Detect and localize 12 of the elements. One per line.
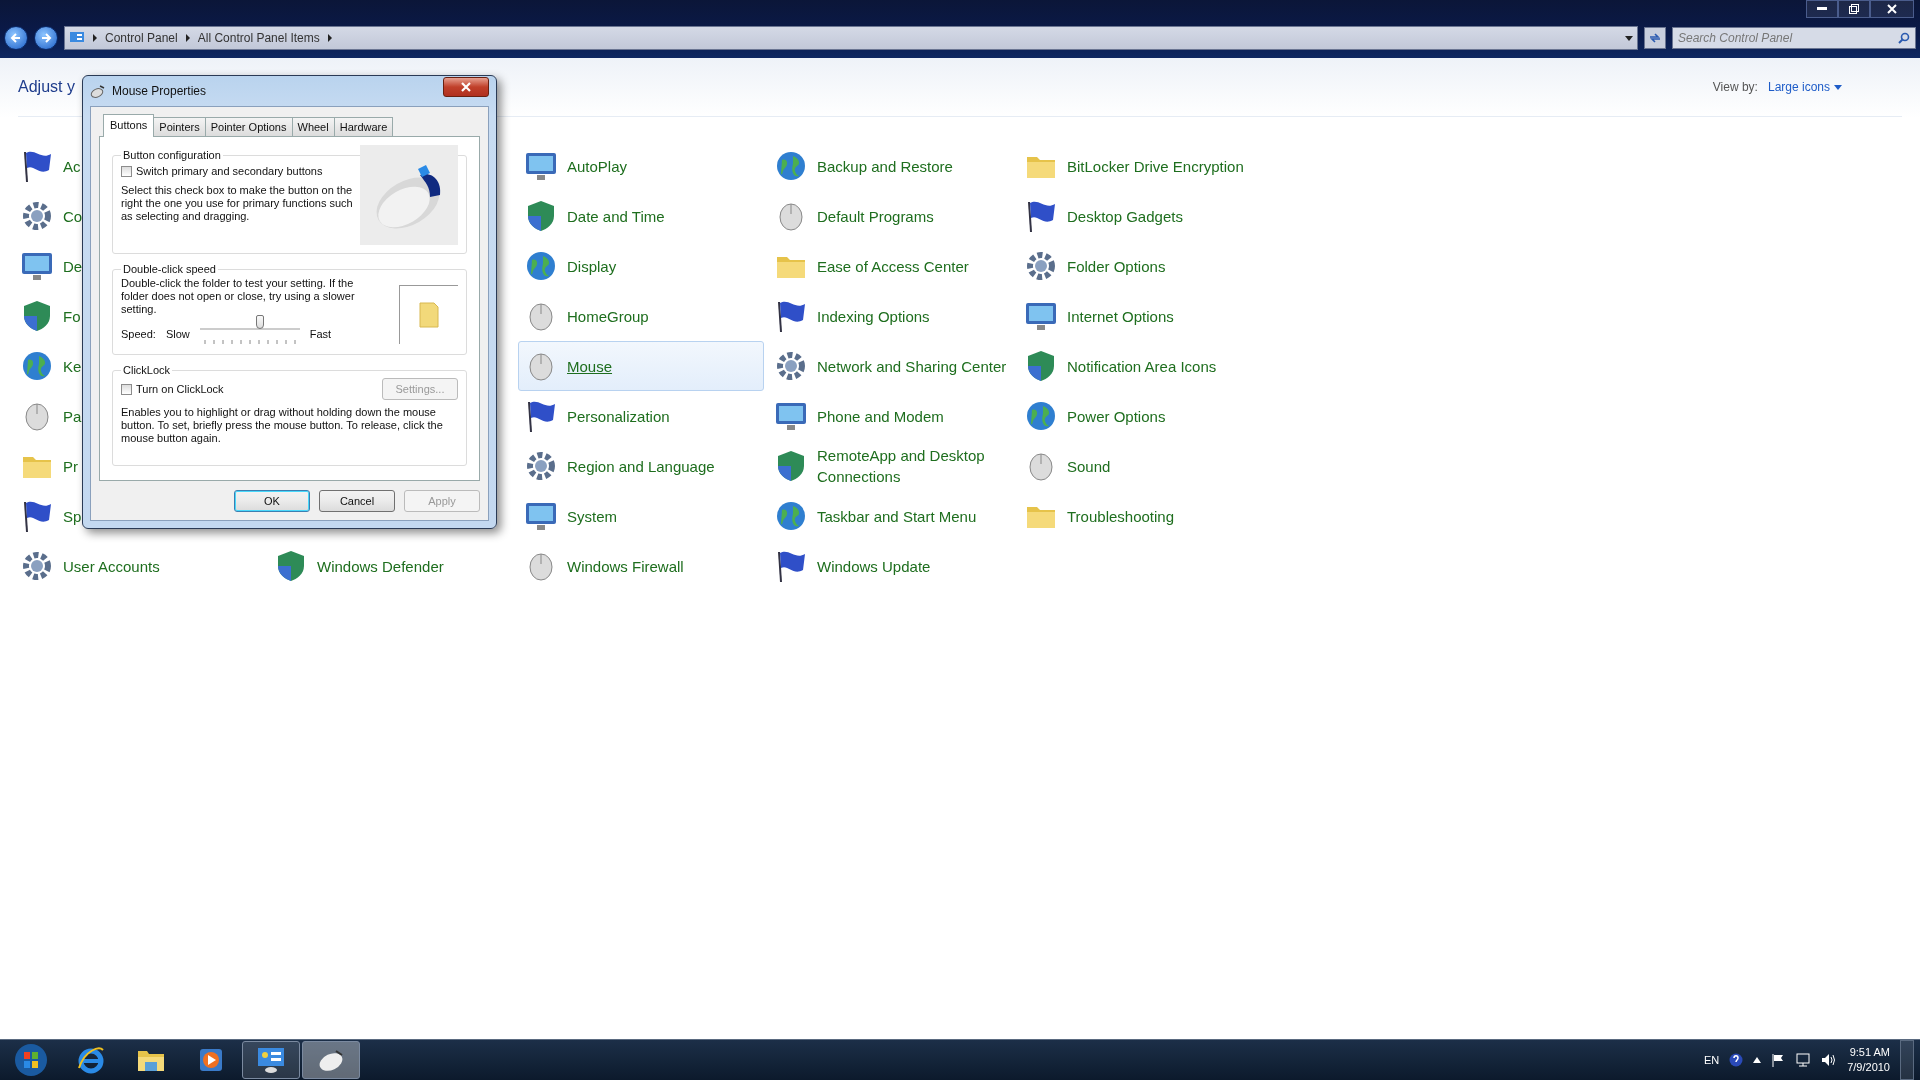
group-title: Double-click speed — [122, 263, 217, 275]
fast-label: Fast — [309, 328, 332, 340]
page-title: Adjust y — [18, 78, 75, 96]
description: Select this check box to make the button on the right the one you use for primary functions such as selecting and dragging. — [121, 184, 354, 223]
description: Double-click the folder to test your setting. If the folder does not open or close, try using a slower setting. — [121, 277, 356, 316]
slow-label: Slow — [165, 328, 190, 340]
dialog-title: Mouse Properties — [112, 84, 207, 98]
group-title: Button configuration — [122, 149, 222, 161]
view-by-label: View by: — [1712, 80, 1758, 94]
speed-label: Speed: — [121, 328, 156, 340]
group-title: ClickLock — [122, 364, 172, 376]
description: Enables you to highlight or drag without holding down the mouse button. To set, briefly press the mouse button. To release, click the mouse button again. — [121, 406, 444, 446]
